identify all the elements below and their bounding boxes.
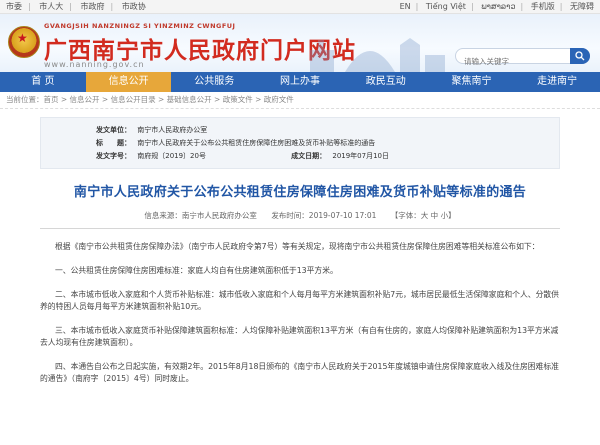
site-url: www.nanning.gov.cn (44, 60, 145, 69)
article-title: 南宁市人民政府关于公布公共租赁住房保障住房困难及货币补贴等标准的通告 (73, 185, 527, 200)
nav-online-service[interactable]: 网上办事 (257, 72, 343, 92)
article-publish-time: 发布时间：2019-07-10 17:01 (271, 211, 377, 220)
meta-date: 成文日期： 2019年07月10日 (291, 150, 389, 163)
meta-date-label: 成文日期： (291, 152, 327, 160)
search-button[interactable] (570, 48, 590, 64)
article-paragraph: 根据《南宁市公共租赁住房保障办法》（南宁市人民政府令第7号）等有关规定，现将南宁… (55, 242, 540, 251)
link-lao[interactable]: ພາສາລາວ (481, 2, 515, 11)
main-nav: 首 页 信息公开 公共服务 网上办事 政民互动 聚焦南宁 走进南宁 (0, 72, 600, 92)
link-party-committee[interactable]: 市委 (6, 2, 22, 11)
article-paragraph: 四、本通告自公布之日起实施，有效期2年。2015年8月18日颁布的《南宁市人民政… (40, 362, 559, 383)
meta-docno-value: 南府规〔2019〕20号 (137, 152, 206, 160)
search-input[interactable] (456, 54, 572, 69)
link-mobile[interactable]: 手机版 (531, 2, 555, 11)
link-cppcc[interactable]: 市政协 (122, 2, 146, 11)
nav-interaction[interactable]: 政民互动 (343, 72, 429, 92)
article-paragraph: 一、公共租赁住房保障住房困难标准：家庭人均自有住房建筑面积低于13平方米。 (55, 266, 338, 275)
article-paragraph: 三、本市城市低收入家庭货币补贴保障建筑面积标准：人均保障补贴建筑面积13平方米（… (40, 326, 559, 347)
nav-about-nanning[interactable]: 走进南宁 (514, 72, 600, 92)
nav-information-disclosure[interactable]: 信息公开 (85, 72, 172, 92)
site-pinyin: GVANGJSIH NANZNINGZ SI YINZMINZ CWNGFUJ (44, 22, 236, 30)
nav-public-service[interactable]: 公共服务 (171, 72, 257, 92)
article-body: 根据《南宁市公共租赁住房保障办法》（南宁市人民政府令第7号）等有关规定，现将南宁… (40, 241, 560, 385)
meta-title-value: 南宁市人民政府关于公布公共租赁住房保障住房困难及货币补贴等标准的通告 (137, 139, 376, 147)
meta-date-value: 2019年07月10日 (332, 152, 389, 160)
meta-title-row: 标 题： 南宁市人民政府关于公布公共租赁住房保障住房困难及货币补贴等标准的通告 (96, 137, 559, 150)
city-skyline-icon (310, 38, 445, 72)
link-people-congress[interactable]: 市人大 (39, 2, 63, 11)
meta-issuer-row: 发文单位： 南宁市人民政府办公室 (96, 124, 559, 137)
divider (40, 228, 560, 229)
top-right-links: EN | Tiếng Việt | ພາສາລາວ | 手机版 | 无障碍 (399, 2, 594, 11)
meta-docno-row: 发文字号： 南府规〔2019〕20号 成文日期： 2019年07月10日 (96, 150, 559, 163)
search-icon (575, 51, 585, 61)
nav-focus-nanning[interactable]: 聚焦南宁 (429, 72, 515, 92)
national-emblem-icon (8, 26, 40, 58)
meta-docno-label: 发文字号： (96, 152, 131, 160)
search-box (455, 48, 590, 69)
link-english[interactable]: EN (400, 2, 411, 11)
meta-issuer-label: 发文单位： (96, 126, 131, 134)
meta-issuer-value: 南宁市人民政府办公室 (137, 126, 208, 134)
link-vietnamese[interactable]: Tiếng Việt (426, 2, 466, 11)
link-government[interactable]: 市政府 (81, 2, 105, 11)
link-accessibility[interactable]: 无障碍 (570, 2, 594, 11)
document-meta-box: 发文单位： 南宁市人民政府办公室 标 题： 南宁市人民政府关于公布公共租赁住房保… (40, 117, 560, 169)
breadcrumb[interactable]: 当前位置：首页 > 信息公开 > 信息公开目录 > 基础信息公开 > 政策文件 … (0, 92, 600, 109)
meta-title-label: 标 题： (96, 139, 131, 147)
nav-home[interactable]: 首 页 (0, 72, 86, 92)
site-header: GVANGJSIH NANZNINGZ SI YINZMINZ CWNGFUJ … (0, 14, 600, 72)
article-paragraph: 二、本市城市低收入家庭和个人货币补贴标准：城市低收入家庭和个人每月每平方米建筑面… (40, 290, 559, 311)
top-utility-bar: 市委 | 市人大 | 市政府 | 市政协 EN | Tiếng Việt | ພາສາລາ… (0, 0, 600, 14)
article-source: 信息来源：南宁市人民政府办公室 (144, 211, 257, 220)
article-info: 信息来源：南宁市人民政府办公室 发布时间：2019-07-10 17:01 【字… (0, 210, 600, 221)
font-size-control[interactable]: 【字体：大 中 小】 (391, 211, 456, 220)
top-left-links: 市委 | 市人大 | 市政府 | 市政协 (6, 2, 146, 11)
